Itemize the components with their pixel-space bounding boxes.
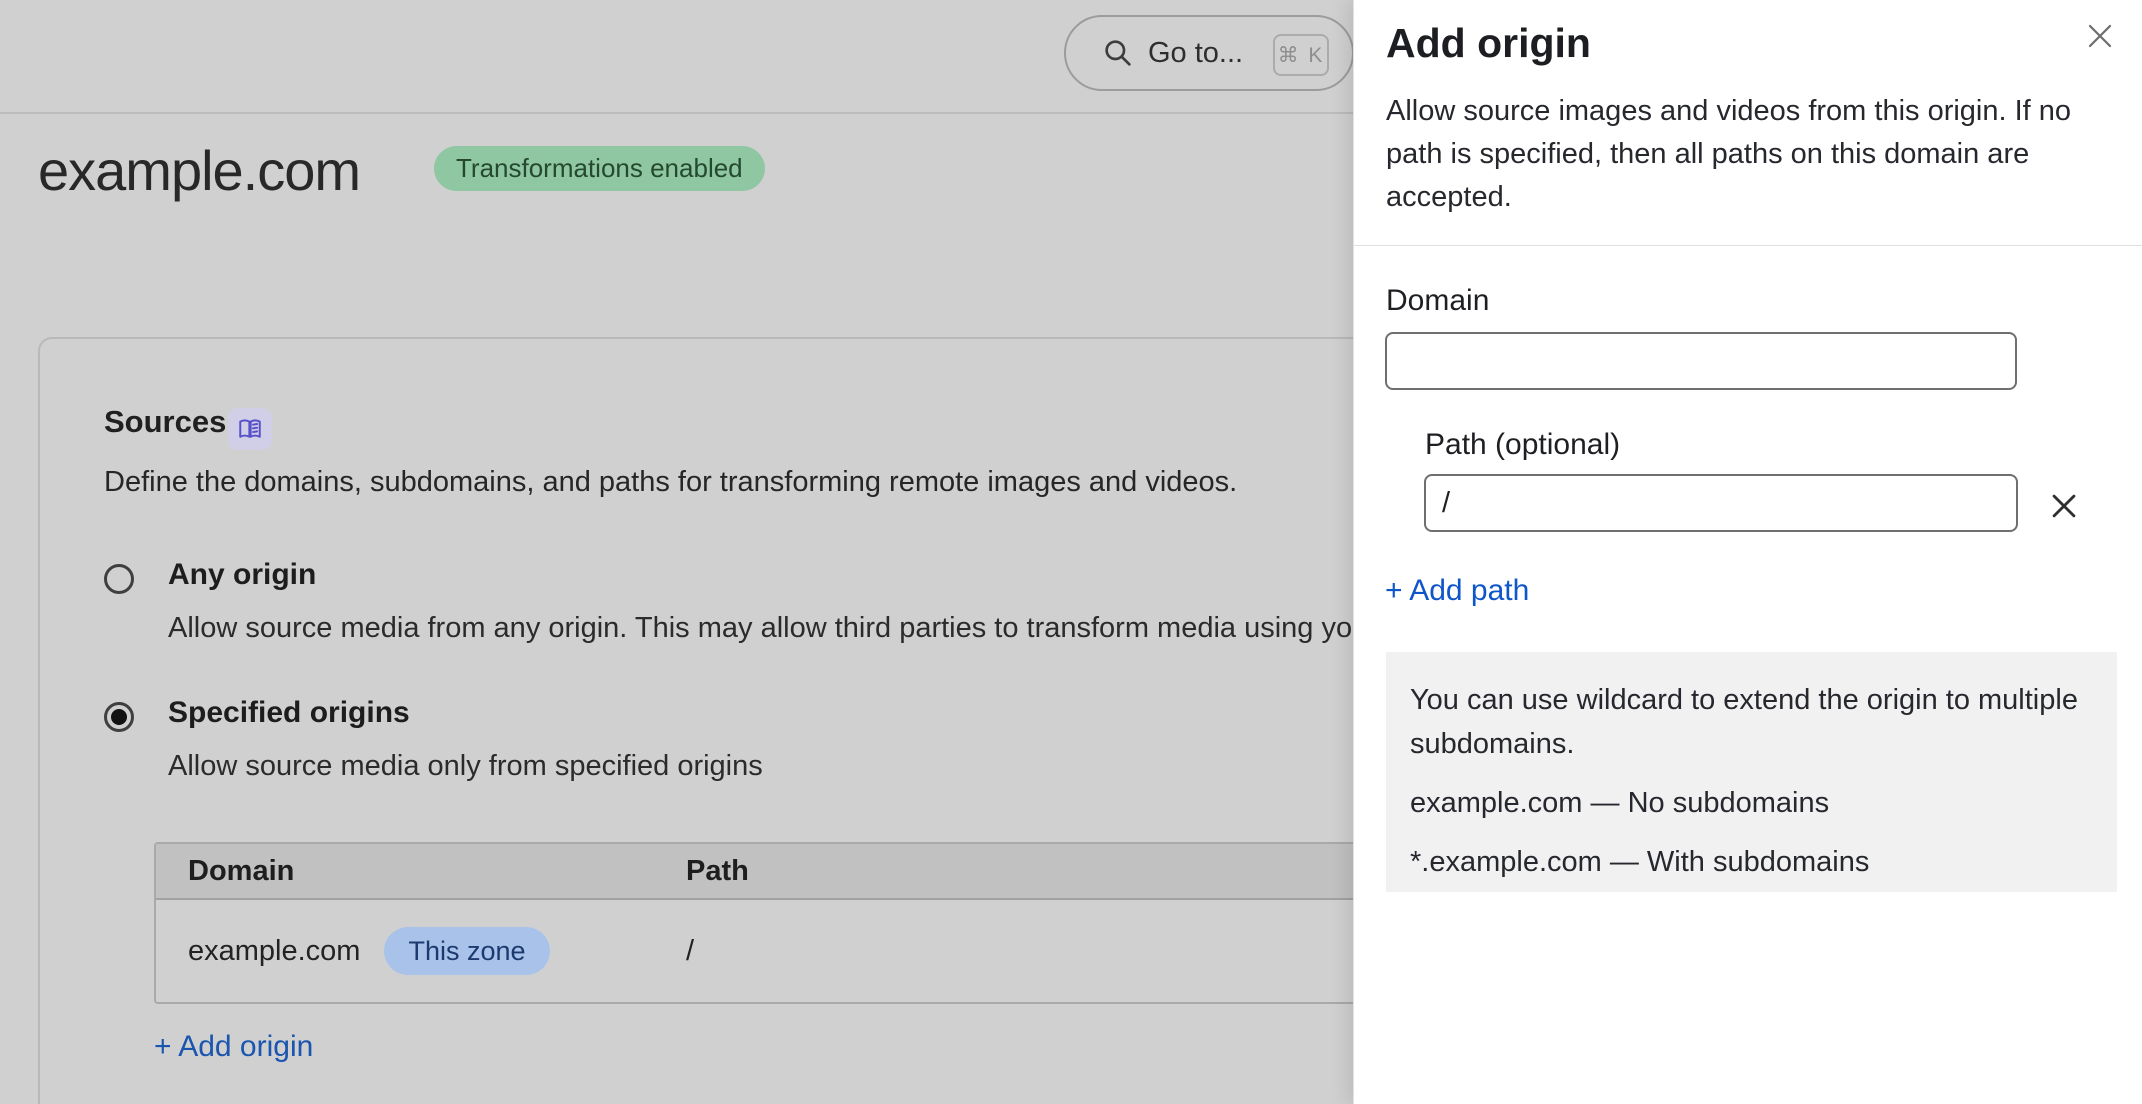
add-path-link[interactable]: + Add path [1385, 574, 1529, 608]
search-icon [1102, 37, 1134, 69]
panel-title: Add origin [1386, 20, 1591, 67]
column-header-domain: Domain [156, 855, 686, 888]
add-origin-link[interactable]: + Add origin [154, 1030, 313, 1064]
wildcard-info-text: You can use wildcard to extend the origi… [1410, 678, 2093, 766]
wildcard-example-no-subdomains: example.com — No subdomains [1410, 781, 2093, 825]
open-book-icon [237, 416, 263, 442]
page-title: example.com [38, 138, 360, 203]
radio-any-origin-label[interactable]: Any origin [168, 558, 316, 592]
remove-path-button[interactable] [2042, 484, 2086, 528]
panel-divider [1354, 245, 2142, 246]
remove-path-icon [2047, 489, 2081, 523]
status-badge: Transformations enabled [434, 146, 765, 191]
panel-description: Allow source images and videos from this… [1386, 90, 2106, 219]
domain-input[interactable] [1385, 332, 2017, 390]
global-search[interactable]: Go to... ⌘ K [1064, 15, 1354, 91]
wildcard-example-with-subdomains: *.example.com — With subdomains [1410, 840, 2093, 884]
path-label: Path (optional) [1425, 428, 1620, 462]
wildcard-info-box: You can use wildcard to extend the origi… [1386, 652, 2117, 892]
radio-specified-origins[interactable] [104, 702, 134, 732]
sources-heading: Sources [104, 404, 226, 440]
radio-specified-origins-label[interactable]: Specified origins [168, 696, 410, 730]
origin-domain: example.com [188, 935, 360, 968]
screen: Go to... ⌘ K example.com Transformations… [0, 0, 2142, 1104]
radio-any-origin[interactable] [104, 564, 134, 594]
docs-link[interactable] [228, 408, 272, 450]
this-zone-badge: This zone [384, 927, 549, 975]
domain-label: Domain [1386, 284, 1489, 318]
close-icon [2085, 21, 2115, 51]
close-button[interactable] [2078, 14, 2122, 58]
add-origin-panel: Add origin Allow source images and video… [1353, 0, 2142, 1104]
keyboard-shortcut-badge: ⌘ K [1273, 34, 1329, 76]
path-input[interactable] [1424, 474, 2018, 532]
search-placeholder: Go to... [1148, 37, 1243, 70]
